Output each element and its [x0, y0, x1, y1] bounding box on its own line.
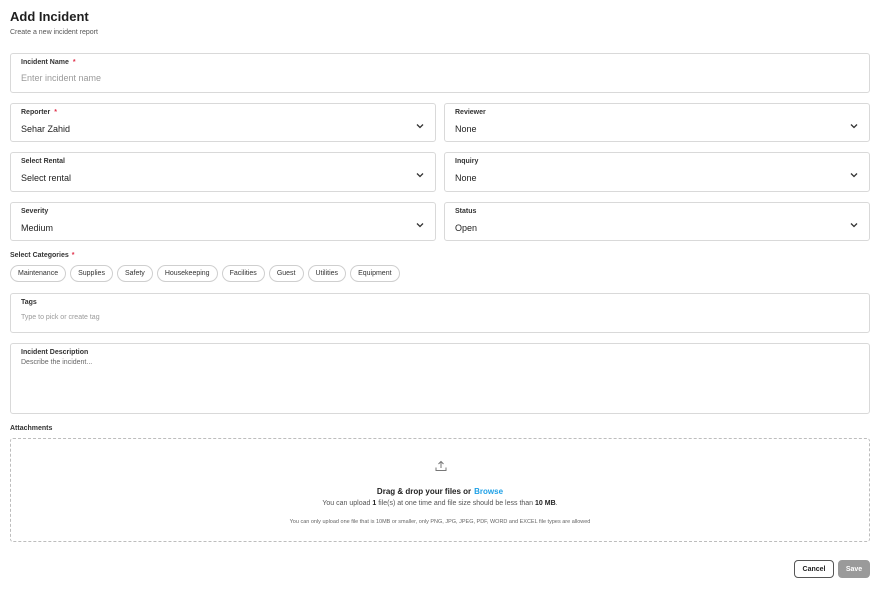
reviewer-select[interactable]: Reviewer None [444, 103, 870, 142]
rental-label: Select Rental [21, 158, 65, 165]
chevron-down-icon [850, 124, 858, 129]
reporter-select[interactable]: Reporter * Sehar Zahid [10, 103, 436, 142]
category-chip-housekeeping[interactable]: Housekeeping [156, 265, 218, 282]
required-mark: * [54, 109, 57, 116]
tags-input[interactable]: Type to pick or create tag [21, 314, 100, 321]
reviewer-label: Reviewer [455, 109, 486, 116]
rental-select[interactable]: Select Rental Select rental [10, 152, 436, 192]
upload-icon [435, 460, 447, 471]
reporter-value: Sehar Zahid [21, 124, 71, 134]
severity-select[interactable]: Severity Medium [10, 202, 436, 241]
dropzone-limits: You can upload 1 file(s) at one time and… [322, 500, 558, 507]
incident-name-field[interactable]: Incident Name * Enter incident name [10, 53, 870, 93]
severity-label: Severity [21, 208, 49, 215]
category-chip-guest[interactable]: Guest [268, 265, 304, 282]
inquiry-label: Inquiry [455, 158, 479, 165]
category-chip-equipment[interactable]: Equipment [350, 265, 400, 282]
page-subtitle: Create a new incident report [10, 29, 98, 36]
chevron-down-icon [850, 223, 858, 228]
status-label: Status [455, 208, 477, 215]
severity-value: Medium [21, 223, 54, 233]
inquiry-select[interactable]: Inquiry None [444, 152, 870, 192]
save-button[interactable]: Save [838, 560, 870, 578]
browse-link[interactable]: Browse [474, 487, 503, 496]
description-label: Incident Description [21, 349, 89, 356]
dropzone-prompt: Drag & drop your files or Browse [376, 487, 504, 496]
category-chip-safety[interactable]: Safety [116, 265, 153, 282]
reviewer-value: None [455, 124, 477, 134]
category-chip-supplies[interactable]: Supplies [70, 265, 113, 282]
required-mark: * [71, 252, 75, 259]
description-field[interactable]: Incident Description Describe the incide… [10, 343, 870, 414]
category-chip-utilities[interactable]: Utilities [307, 265, 347, 282]
category-chip-facilities[interactable]: Facilities [221, 265, 265, 282]
chevron-down-icon [416, 173, 424, 178]
incident-name-input[interactable]: Enter incident name [21, 73, 101, 83]
rental-value: Select rental [21, 173, 72, 183]
cancel-button[interactable]: Cancel [794, 560, 834, 578]
category-chip-maintenance[interactable]: Maintenance [10, 265, 67, 282]
categories-label: Select Categories * [10, 252, 75, 259]
attachments-label: Attachments [10, 425, 53, 432]
reporter-label: Reporter * [21, 109, 57, 116]
status-select[interactable]: Status Open [444, 202, 870, 241]
chevron-down-icon [416, 124, 424, 129]
file-dropzone[interactable]: Drag & drop your files or Browse You can … [10, 438, 870, 542]
chevron-down-icon [850, 173, 858, 178]
dropzone-file-types-note: You can only upload one file that is 10M… [289, 519, 591, 525]
page-title: Add Incident [10, 9, 89, 24]
incident-name-label: Incident Name * [21, 59, 76, 66]
tags-label: Tags [21, 299, 37, 306]
required-mark: * [72, 59, 76, 66]
description-textarea[interactable]: Describe the incident... [21, 359, 92, 366]
status-value: Open [455, 223, 478, 233]
inquiry-value: None [455, 173, 477, 183]
chevron-down-icon [416, 223, 424, 228]
tags-field[interactable]: Tags Type to pick or create tag [10, 293, 870, 333]
category-chips: Maintenance Supplies Safety Housekeeping… [10, 265, 400, 282]
